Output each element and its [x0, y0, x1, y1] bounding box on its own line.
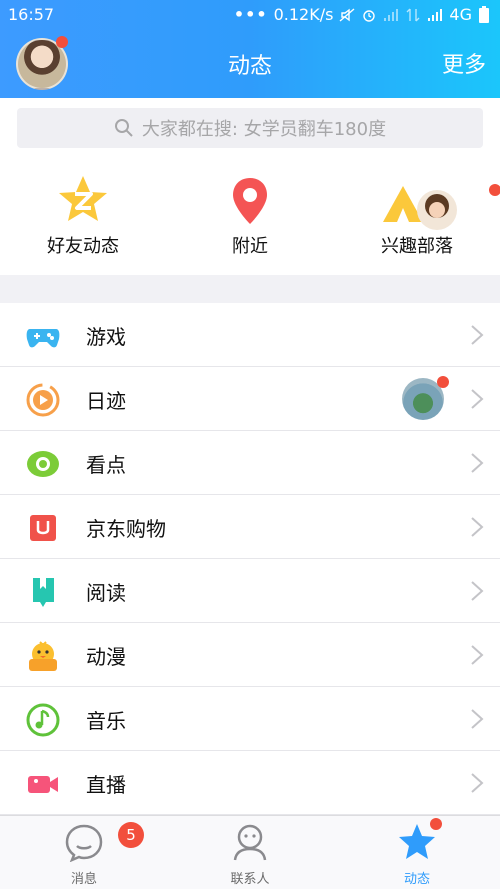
more-dots-icon: •••	[233, 5, 268, 24]
chevron-right-icon	[471, 773, 484, 793]
list-item-label: 音乐	[86, 709, 126, 733]
quick-entry-friends-feed[interactable]: 好友动态	[13, 170, 153, 258]
app-header: 16:57 ••• 0.12K/s 4G 动态 更多	[0, 0, 500, 98]
contacts-person-icon	[233, 824, 267, 861]
status-bar: 16:57 ••• 0.12K/s 4G	[0, 0, 500, 30]
chevron-right-icon	[471, 325, 484, 345]
alarm-icon	[363, 9, 376, 22]
avatar-notification-dot	[56, 36, 68, 48]
video-camera-icon	[28, 776, 58, 793]
search-placeholder: 大家都在搜: 女学员翻车180度	[141, 119, 387, 140]
list-item-game[interactable]: 游戏	[0, 303, 500, 367]
section-divider	[0, 275, 500, 303]
list-item-label: 直播	[86, 773, 126, 797]
bottom-tab-bar: 5 消息 联系人 动态	[0, 815, 500, 889]
book-icon	[33, 578, 54, 607]
list-item-label: 京东购物	[86, 517, 166, 541]
chevron-right-icon	[471, 709, 484, 729]
gamepad-icon	[26, 329, 60, 348]
list-item-kandian[interactable]: 看点	[0, 431, 500, 495]
list-item-daily-trace[interactable]: 日迹	[0, 367, 500, 431]
list-item-label: 日迹	[86, 389, 126, 413]
tab-label: 联系人	[230, 872, 270, 887]
chick-icon	[29, 641, 57, 671]
more-button[interactable]: 更多	[442, 47, 486, 79]
chevron-right-icon	[471, 389, 484, 409]
quick-entries: 好友动态 附近 兴趣部落	[0, 160, 500, 275]
tab-label: 动态	[403, 872, 430, 887]
friends-star-icon	[59, 176, 107, 221]
list-item-label: 游戏	[86, 325, 126, 349]
unread-badge: 5	[118, 822, 144, 848]
tribe-tent-icon	[383, 186, 457, 230]
list-item-label: 看点	[86, 453, 126, 477]
tab-feed[interactable]: 动态	[357, 822, 477, 887]
tab-messages[interactable]: 5 消息	[24, 822, 144, 887]
chevron-right-icon	[471, 645, 484, 665]
status-time: 16:57	[8, 5, 55, 24]
list-item-label: 动漫	[86, 645, 126, 669]
list-item-jd-shopping[interactable]: 京东购物	[0, 495, 500, 559]
list-item-label: 阅读	[86, 581, 126, 605]
signal-strong-icon	[428, 8, 443, 21]
feature-list: 游戏 日迹 看点 京东购物 阅读 动漫 音乐 直播	[0, 303, 500, 815]
quick-entry-nearby[interactable]: 附近	[180, 170, 320, 258]
tab-contacts[interactable]: 联系人	[190, 822, 310, 887]
quick-entry-tribe[interactable]: 兴趣部落	[347, 170, 500, 258]
list-item-live[interactable]: 直播	[0, 751, 500, 815]
daily-trace-notification-dot	[437, 376, 449, 388]
status-indicators: ••• 0.12K/s 4G	[234, 5, 490, 24]
search-section: 大家都在搜: 女学员翻车180度	[0, 98, 500, 158]
search-bar[interactable]: 大家都在搜: 女学员翻车180度	[17, 108, 483, 148]
mute-icon	[339, 7, 355, 22]
list-item-reading[interactable]: 阅读	[0, 559, 500, 623]
tribe-notification-dot	[489, 184, 500, 196]
chevron-right-icon	[471, 581, 484, 601]
data-arrows-icon	[406, 8, 420, 21]
tab-label: 消息	[70, 872, 97, 887]
chat-bubble-icon	[65, 824, 103, 863]
battery-icon	[479, 5, 489, 23]
feed-notification-dot	[430, 818, 442, 830]
shopping-bag-icon	[30, 515, 56, 541]
page-title: 动态	[227, 54, 272, 79]
quick-entry-label: 附近	[232, 236, 268, 257]
eye-icon	[27, 451, 59, 477]
music-note-icon	[26, 703, 60, 737]
chevron-right-icon	[471, 453, 484, 473]
list-item-anime[interactable]: 动漫	[0, 623, 500, 687]
net-speed: 0.12K/s	[273, 5, 334, 24]
quick-entry-label: 好友动态	[47, 236, 119, 257]
signal-weak-icon	[384, 8, 399, 21]
search-icon	[114, 119, 133, 137]
location-pin-icon	[233, 178, 267, 224]
chevron-right-icon	[471, 517, 484, 537]
play-circle-icon	[26, 383, 60, 417]
list-item-music[interactable]: 音乐	[0, 687, 500, 751]
network-type: 4G	[449, 5, 472, 24]
quick-entry-label: 兴趣部落	[381, 236, 453, 257]
